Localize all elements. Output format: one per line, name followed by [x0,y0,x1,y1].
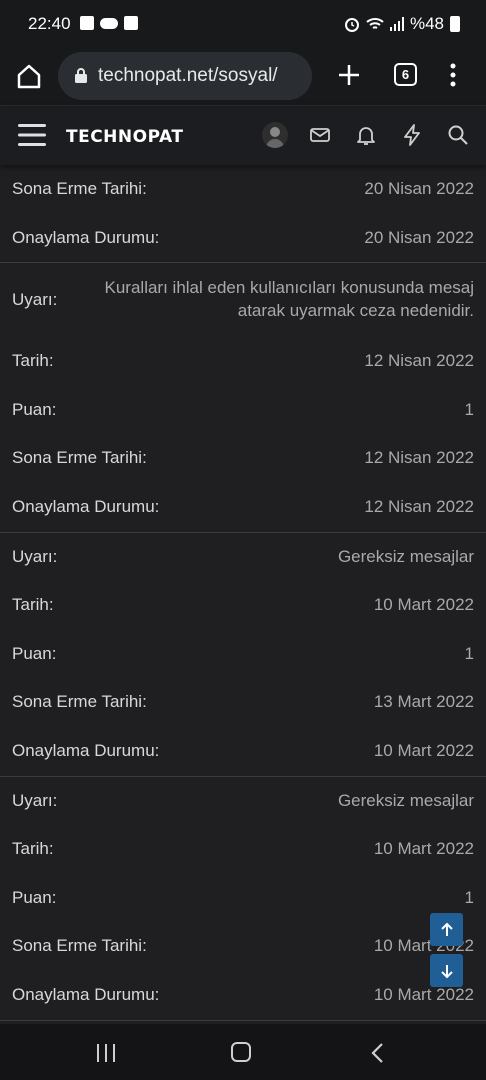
back-icon[interactable] [370,1042,384,1064]
warning-row: Tarih: 10 Mart 2022 [0,825,486,874]
warning-row: Onaylama Durumu: 10 Mart 2022 [0,727,486,776]
warnings-list: Sona Erme Tarihi: 20 Nisan 2022 Onaylama… [0,165,486,1021]
battery-percent: %48 [409,14,444,33]
new-tab-icon[interactable] [336,62,362,88]
cloud-icon [100,18,118,29]
battery-icon [450,16,460,32]
site-header: TECHNOPAT [0,107,486,165]
row-value: 10 Mart 2022 [373,595,474,615]
row-value: 12 Nisan 2022 [364,351,474,371]
home-nav-icon[interactable] [231,1042,251,1062]
warning-block: Uyarı: Gereksiz mesajlar Tarih: 10 Mart … [0,533,486,776]
row-label: Tarih: [12,351,54,371]
lightning-icon[interactable] [400,123,424,147]
warning-row: Puan: 1 [0,386,486,435]
wifi-icon [366,18,384,29]
browser-toolbar: technopat.net/sosyal/ 6 [0,48,486,106]
alarm-icon [344,18,359,32]
row-label: Uyarı: [12,790,58,810]
system-icons: %48 [344,14,460,34]
row-label: Onaylama Durumu: [12,227,160,247]
scroll-up-button[interactable] [430,913,463,946]
divider [0,1019,486,1021]
warning-row: Sona Erme Tarihi: 12 Nisan 2022 [0,434,486,483]
row-label: Sona Erme Tarihi: [12,936,147,956]
recents-icon[interactable] [96,1044,116,1062]
warning-row: Uyarı: Gereksiz mesajlar [0,533,486,582]
signal-icon [389,17,404,31]
site-logo[interactable]: TECHNOPAT [66,127,183,147]
warning-row: Onaylama Durumu: 12 Nisan 2022 [0,483,486,532]
row-value: Kuralları ihlal eden kullanıcıları konus… [104,278,474,321]
row-value: 12 Nisan 2022 [364,448,474,468]
row-value: 1 [464,643,474,663]
tab-switcher-button[interactable]: 6 [394,63,417,86]
address-bar[interactable]: technopat.net/sosyal/ [58,52,312,100]
row-label: Onaylama Durumu: [12,740,160,760]
warning-row: Sona Erme Tarihi: 20 Nisan 2022 [0,165,486,214]
arrow-down-icon [440,964,453,978]
row-label: Sona Erme Tarihi: [12,179,147,198]
row-value: Gereksiz mesajlar [337,790,474,810]
warning-row: Tarih: 10 Mart 2022 [0,581,486,630]
row-value: 10 Mart 2022 [373,839,474,859]
row-value: 10 Mart 2022 [373,740,474,760]
warning-block: Uyarı: Gereksiz mesajlar Tarih: 10 Mart … [0,777,486,1020]
hamburger-menu-icon[interactable] [18,123,46,147]
row-value: 1 [464,399,474,419]
row-value: 12 Nisan 2022 [364,496,474,516]
row-value: 10 Mart 2022 [373,984,474,1004]
warning-block: Uyarı: Kuralları ihlal eden kullanıcılar… [0,263,486,531]
row-label: Puan: [12,643,57,663]
app-icon [124,16,138,30]
mail-icon[interactable] [308,123,332,147]
warning-row: Sona Erme Tarihi: 13 Mart 2022 [0,678,486,727]
scroll-down-button[interactable] [430,954,463,987]
search-icon[interactable] [446,123,470,147]
warning-row: Puan: 1 [0,630,486,679]
warning-row: Tarih: 12 Nisan 2022 [0,337,486,386]
row-value: Gereksiz mesajlar [337,546,474,566]
row-value: 1 [464,887,474,907]
lock-icon[interactable] [74,67,88,83]
bell-icon[interactable] [354,123,378,147]
row-label: Tarih: [12,839,54,859]
warning-row: Puan: 1 [0,874,486,923]
row-label: Onaylama Durumu: [12,496,160,516]
home-icon[interactable] [14,61,44,91]
notification-icons [80,16,138,30]
row-value: 20 Nisan 2022 [364,227,474,247]
row-label: Uyarı: [12,290,58,310]
row-label: Sona Erme Tarihi: [12,692,147,712]
row-label: Onaylama Durumu: [12,984,160,1004]
warning-row: Uyarı: Kuralları ihlal eden kullanıcılar… [0,263,486,337]
warning-block: Sona Erme Tarihi: 20 Nisan 2022 Onaylama… [0,165,486,262]
system-nav-bar [0,1024,486,1080]
user-avatar[interactable] [262,122,288,148]
url-text[interactable]: technopat.net/sosyal/ [98,65,306,87]
overflow-menu-icon[interactable] [446,62,460,88]
warning-row: Sona Erme Tarihi: 10 Mart 2022 [0,922,486,971]
row-value: 20 Nisan 2022 [364,179,474,198]
warning-row: Onaylama Durumu: 10 Mart 2022 [0,971,486,1020]
row-label: Uyarı: [12,546,58,566]
row-label: Tarih: [12,595,54,615]
row-value: 13 Mart 2022 [373,692,474,712]
gallery-icon [80,16,94,30]
row-label: Sona Erme Tarihi: [12,448,147,468]
row-label: Puan: [12,399,57,419]
arrow-up-icon [440,922,453,936]
row-label: Puan: [12,887,57,907]
warning-row: Onaylama Durumu: 20 Nisan 2022 [0,214,486,263]
status-time: 22:40 [28,14,71,33]
status-bar: 22:40 %48 [0,0,486,48]
warning-row: Uyarı: Gereksiz mesajlar [0,777,486,826]
